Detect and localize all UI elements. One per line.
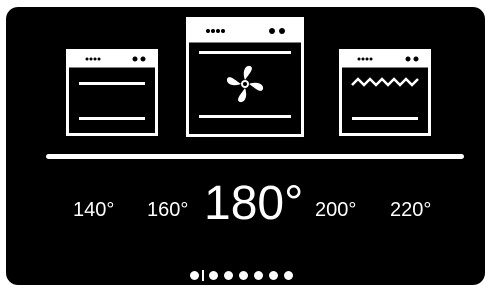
page-dot[interactable]	[209, 270, 218, 280]
temperature-option-160[interactable]: 160°	[147, 198, 188, 222]
page-dot[interactable]	[284, 270, 293, 280]
temperature-option-220[interactable]: 220°	[390, 198, 431, 222]
page-dot[interactable]	[224, 270, 233, 280]
grill-oven-icon[interactable]	[339, 49, 431, 136]
grill-element-icon	[351, 77, 419, 87]
page-indicator[interactable]	[190, 269, 293, 281]
page-dot[interactable]	[254, 270, 263, 280]
temperature-option-200[interactable]: 200°	[315, 198, 356, 222]
divider-line	[46, 154, 464, 159]
oven-control-panel: 140° 160° 180° 200° 220°	[6, 7, 485, 285]
page-dot[interactable]	[239, 270, 248, 280]
fan-oven-icon[interactable]	[186, 17, 304, 137]
page-dot[interactable]	[269, 270, 278, 280]
conventional-oven-icon[interactable]	[66, 49, 158, 136]
fan-icon	[226, 65, 264, 103]
temperature-option-140[interactable]: 140°	[73, 198, 114, 222]
page-dot-separator	[202, 269, 204, 281]
temperature-option-180-selected[interactable]: 180°	[204, 178, 303, 230]
page-dot-current[interactable]	[190, 270, 199, 280]
